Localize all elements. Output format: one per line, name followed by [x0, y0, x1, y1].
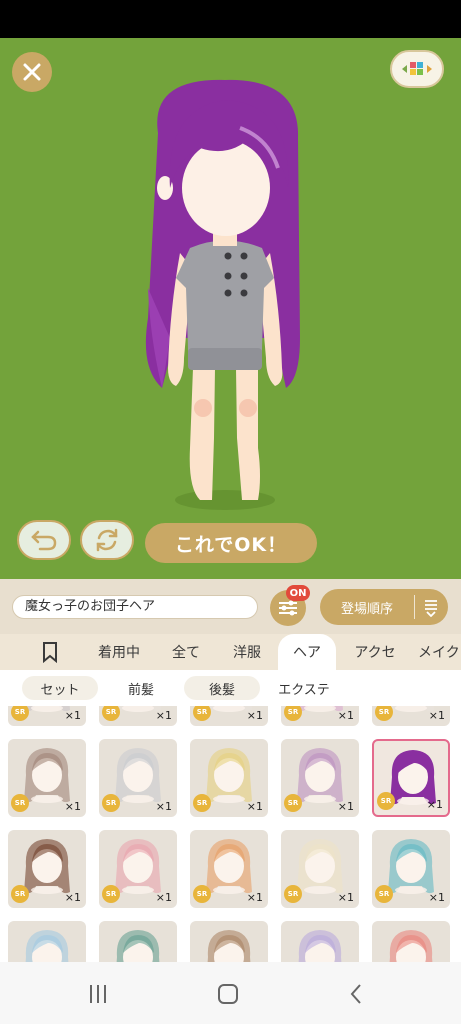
item-name-field[interactable]: 魔女っ子のお団子ヘア	[12, 595, 258, 619]
sort-order-icon[interactable]	[422, 597, 440, 617]
item-count: ×1	[155, 709, 172, 722]
category-tabs: 着用中 全て 洋服 ヘア アクセ メイク	[0, 634, 461, 670]
item-count: ×1	[428, 709, 445, 722]
hair-item[interactable]	[190, 921, 268, 962]
back-icon[interactable]	[345, 982, 369, 1006]
subtab-back-hair[interactable]: 後髪	[184, 676, 260, 700]
system-nav-bar	[0, 962, 461, 1024]
hair-item[interactable]: SR ×1	[281, 830, 359, 908]
status-bar	[0, 0, 461, 38]
sliders-icon	[279, 600, 297, 616]
avatar-figure	[145, 79, 300, 510]
hair-item[interactable]	[281, 921, 359, 962]
item-count: ×1	[64, 709, 81, 722]
item-count: ×1	[426, 798, 443, 811]
avatar-preview: これでOK！	[0, 38, 461, 579]
rarity-badge: SR	[375, 885, 393, 903]
hair-thumbnail	[298, 930, 342, 962]
hair-item[interactable]: SR ×1	[190, 830, 268, 908]
undo-button[interactable]	[17, 520, 71, 560]
tab-clothes[interactable]: 洋服	[220, 634, 274, 670]
hair-item[interactable]: SR ×1	[99, 706, 177, 726]
item-count: ×1	[246, 891, 263, 904]
rarity-badge: SR	[102, 885, 120, 903]
sort-divider	[414, 595, 415, 619]
tab-wearing[interactable]: 着用中	[88, 634, 150, 670]
hair-item[interactable]: SR ×1	[99, 739, 177, 817]
home-icon[interactable]	[216, 982, 240, 1006]
item-count: ×1	[246, 800, 263, 813]
confirm-button[interactable]: これでOK！	[145, 523, 317, 563]
rarity-badge: SR	[11, 885, 29, 903]
tab-accessory[interactable]: アクセ	[344, 634, 406, 670]
hair-thumbnail	[389, 930, 433, 962]
hair-item[interactable]: SR ×1	[99, 830, 177, 908]
hair-item[interactable]: SR ×1	[190, 706, 268, 726]
hair-thumbnail	[25, 930, 69, 962]
sort-button[interactable]: 登場順序	[320, 589, 448, 625]
item-count: ×1	[428, 891, 445, 904]
hair-subtabs: セット 前髪 後髪 エクステ	[0, 670, 461, 706]
bookmark-icon	[43, 642, 57, 663]
rarity-badge: SR	[193, 885, 211, 903]
rarity-badge: SR	[284, 885, 302, 903]
recent-apps-icon[interactable]	[86, 982, 110, 1006]
hair-item[interactable]: SR ×1	[281, 706, 359, 726]
item-count: ×1	[246, 709, 263, 722]
hair-item[interactable]: SR ×1	[281, 739, 359, 817]
rarity-badge: SR	[193, 794, 211, 812]
hair-item[interactable]	[8, 921, 86, 962]
hair-item[interactable]: SR ×1	[8, 830, 86, 908]
tab-makeup[interactable]: メイク	[418, 634, 461, 670]
hair-item[interactable]: SR ×1	[372, 830, 450, 908]
reset-button[interactable]	[80, 520, 134, 560]
hair-item[interactable]: SR ×1	[372, 706, 450, 726]
hair-item[interactable]	[99, 921, 177, 962]
hair-item[interactable]: SR ×1	[8, 706, 86, 726]
hair-item[interactable]: SR ×1	[8, 739, 86, 817]
filter-bar: 魔女っ子のお団子ヘア ON 登場順序	[0, 579, 461, 634]
hair-item[interactable]: SR ×1	[372, 739, 450, 817]
item-count: ×1	[155, 891, 172, 904]
item-count: ×1	[64, 891, 81, 904]
refresh-icon	[96, 528, 118, 552]
tab-bookmark[interactable]	[28, 634, 72, 670]
undo-icon	[31, 530, 57, 551]
item-count: ×1	[337, 709, 354, 722]
subtab-extensions[interactable]: エクステ	[268, 676, 340, 700]
hair-item[interactable]: SR ×1	[190, 739, 268, 817]
rarity-badge: SR	[377, 792, 395, 810]
tab-all[interactable]: 全て	[160, 634, 212, 670]
item-count: ×1	[337, 800, 354, 813]
sort-label: 登場順序	[340, 601, 393, 617]
item-count: ×1	[64, 800, 81, 813]
item-count: ×1	[337, 891, 354, 904]
hair-item[interactable]	[372, 921, 450, 962]
rarity-badge: SR	[284, 794, 302, 812]
item-grid: SR ×1 SR ×1 SR ×1 SR ×1 SR ×1 SR ×1 SR ×1 SR ×1 SR ×1 SR ×1…	[0, 706, 461, 962]
rarity-badge: SR	[102, 794, 120, 812]
subtab-set[interactable]: セット	[22, 676, 98, 700]
hair-thumbnail	[116, 930, 160, 962]
hair-thumbnail	[207, 930, 251, 962]
item-count: ×1	[155, 800, 172, 813]
rarity-badge: SR	[11, 794, 29, 812]
tab-hair[interactable]: ヘア	[278, 634, 336, 670]
filter-on-badge: ON	[286, 585, 310, 601]
subtab-front-hair[interactable]: 前髪	[108, 676, 174, 700]
